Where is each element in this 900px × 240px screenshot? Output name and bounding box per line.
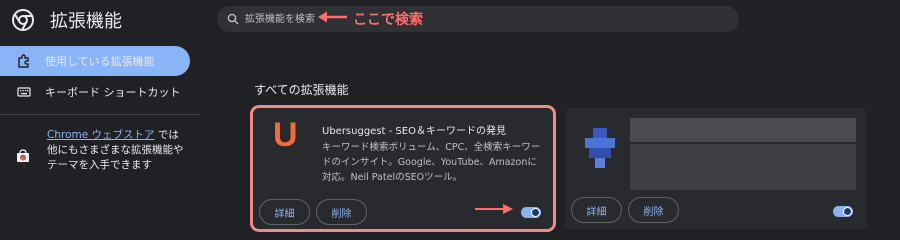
web-store-link[interactable]: Chrome ウェブストア	[47, 129, 155, 141]
sidebar-item-my-extensions[interactable]: 使用している拡張機能	[0, 46, 190, 76]
keyboard-icon	[17, 87, 31, 97]
page-title: 拡張機能	[50, 11, 122, 32]
remove-button[interactable]: 削除	[628, 197, 679, 223]
extension-description: キーワード検索ボリューム、CPC、全検索キーワードのインサイト。Google、Y…	[322, 142, 541, 183]
web-store-promo: Chrome ウェブストア では他にもさまざまな拡張機能やテーマを入手できます	[47, 128, 187, 173]
remove-button[interactable]: 削除	[316, 199, 367, 225]
search-icon	[227, 13, 239, 25]
blurred-extension-description	[630, 144, 856, 190]
sidebar-item-keyboard-shortcuts[interactable]: キーボード ショートカット	[0, 77, 190, 107]
toggle-knob	[531, 208, 540, 217]
section-title: すべての拡張機能	[254, 83, 349, 97]
blurred-extension-name	[630, 118, 856, 142]
extension-name: Ubersuggest - SEO＆キーワードの発見	[322, 126, 506, 137]
blurred-extension-icon	[585, 128, 615, 168]
toggle-knob	[843, 207, 852, 216]
puzzle-icon	[18, 54, 29, 68]
extension-card-blurred: 詳細 削除	[565, 108, 867, 229]
ubersuggest-logo-icon: U	[273, 116, 298, 154]
sidebar-item-label: キーボード ショートカット	[45, 86, 181, 99]
annotation-arrow-icon	[318, 11, 347, 23]
enable-toggle[interactable]	[833, 206, 853, 217]
details-button[interactable]: 詳細	[571, 197, 622, 223]
search-bar[interactable]	[217, 6, 739, 32]
web-store-icon	[17, 149, 29, 162]
sidebar-divider	[0, 114, 200, 115]
search-annotation: ここで検索	[353, 12, 423, 28]
enable-toggle[interactable]	[521, 207, 541, 218]
sidebar-item-label: 使用している拡張機能	[45, 55, 155, 68]
chrome-logo-icon	[12, 9, 34, 31]
annotation-arrow-icon	[475, 204, 513, 214]
details-button[interactable]: 詳細	[259, 199, 310, 225]
